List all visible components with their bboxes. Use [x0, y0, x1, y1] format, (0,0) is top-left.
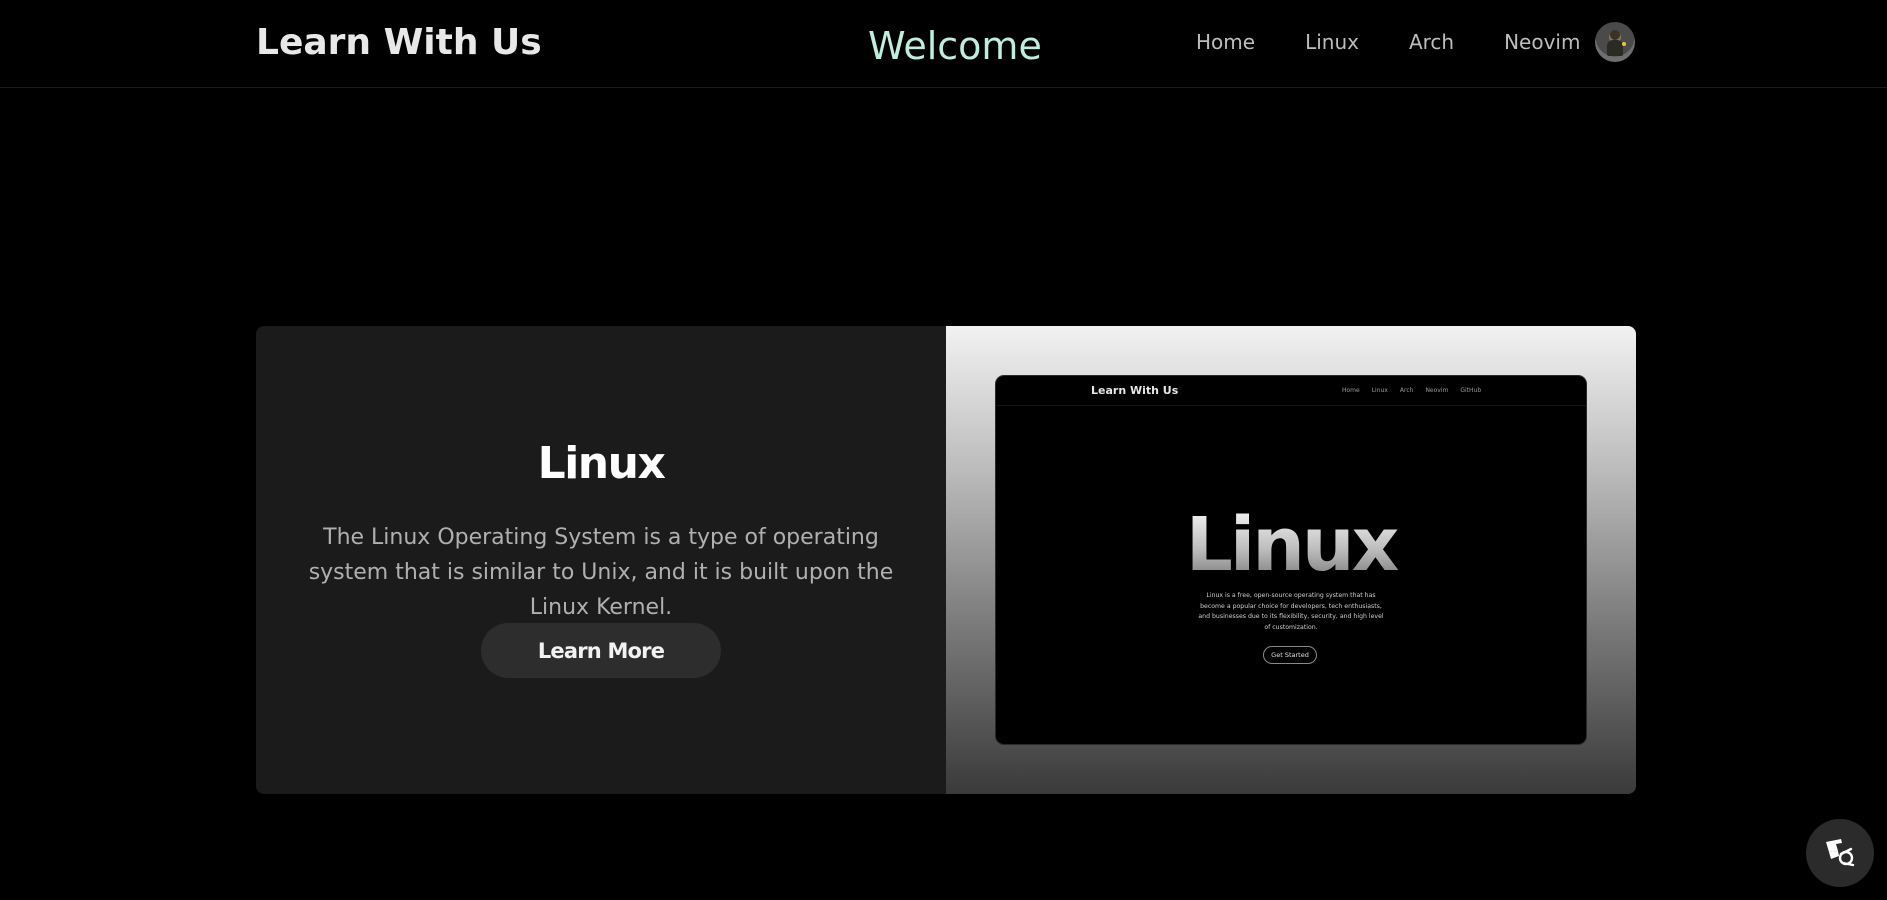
preview-nav: Home Linux Arch Neovim GitHub: [1342, 387, 1481, 394]
preview-get-started-button: Get Started: [1263, 646, 1317, 664]
preview-nav-github: GitHub: [1460, 387, 1482, 394]
card-text-panel: Linux The Linux Operating System is a ty…: [256, 326, 946, 794]
learn-more-button[interactable]: Learn More: [481, 623, 721, 678]
avatar-light-spot: [1622, 42, 1626, 46]
preview-nav-arch: Arch: [1399, 387, 1414, 394]
preview-nav-linux: Linux: [1371, 387, 1388, 394]
nav-link-linux[interactable]: Linux: [1305, 30, 1359, 54]
linux-feature-card: Linux The Linux Operating System is a ty…: [256, 326, 1636, 794]
accessibility-floating-button[interactable]: [1806, 819, 1874, 887]
card-description: The Linux Operating System is a type of …: [308, 525, 894, 620]
accessibility-wheelchair-icon: [1826, 839, 1855, 867]
preview-description: Linux is a free, open-source operating s…: [1198, 592, 1384, 631]
preview-brand: Learn With Us: [1091, 384, 1179, 397]
nav-link-neovim[interactable]: Neovim: [1504, 30, 1580, 54]
preview-title: Linux: [996, 502, 1586, 588]
site-preview-screenshot: Learn With Us Home Linux Arch Neovim Git…: [996, 376, 1586, 744]
site-brand[interactable]: Learn With Us: [256, 22, 542, 63]
card-title: Linux: [537, 438, 666, 489]
top-navbar: Learn With Us Welcome Home Linux Arch Ne…: [0, 0, 1887, 88]
avatar-head-shape: [1610, 30, 1620, 40]
preview-nav-neovim: Neovim: [1425, 387, 1449, 394]
avatar-body-shape: [1607, 40, 1623, 56]
nav-link-home[interactable]: Home: [1196, 30, 1255, 54]
preview-nav-home: Home: [1342, 387, 1360, 394]
main-nav: Home Linux Arch Neovim: [1196, 30, 1580, 54]
nav-link-arch[interactable]: Arch: [1409, 30, 1454, 54]
preview-navbar: Learn With Us Home Linux Arch Neovim Git…: [996, 376, 1586, 406]
card-image-panel: Learn With Us Home Linux Arch Neovim Git…: [946, 326, 1636, 794]
welcome-heading: Welcome: [868, 24, 1042, 68]
user-avatar[interactable]: [1595, 22, 1635, 62]
